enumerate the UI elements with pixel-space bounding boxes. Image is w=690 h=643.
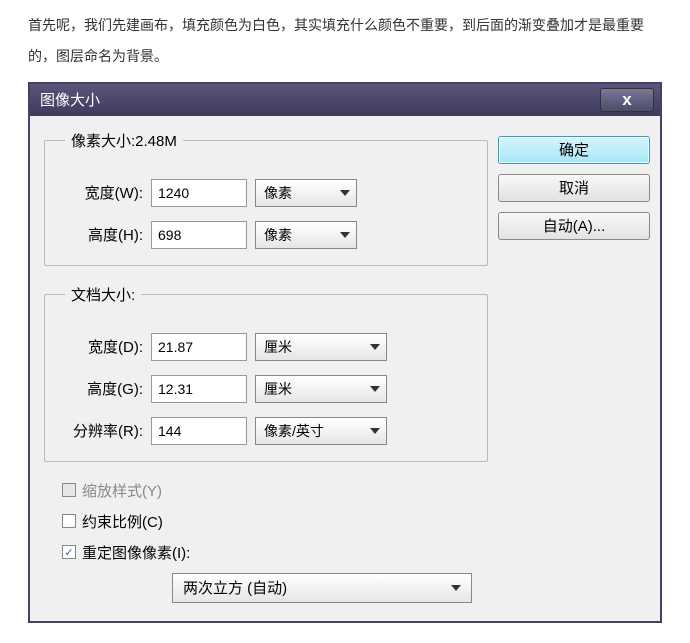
resample-label: 重定图像像素(I):	[82, 542, 190, 563]
resample-method-value: 两次立方 (自动)	[183, 577, 287, 598]
resolution-label: 分辨率(R):	[65, 420, 143, 441]
chevron-down-icon	[370, 344, 380, 350]
auto-button[interactable]: 自动(A)...	[498, 212, 650, 240]
chevron-down-icon	[370, 386, 380, 392]
resolution-unit-value: 像素/英寸	[264, 421, 324, 441]
pixel-width-unit-select[interactable]: 像素	[255, 179, 357, 207]
chevron-down-icon	[451, 585, 461, 591]
chevron-down-icon	[340, 190, 350, 196]
resolution-input[interactable]	[151, 417, 247, 445]
pixel-height-label: 高度(H):	[65, 224, 143, 245]
doc-height-label: 高度(G):	[65, 378, 143, 399]
pixel-height-unit-select[interactable]: 像素	[255, 221, 357, 249]
constrain-proportions-label: 约束比例(C)	[82, 511, 163, 532]
dialog-titlebar: 图像大小 x	[30, 84, 660, 116]
chevron-down-icon	[370, 428, 380, 434]
doc-height-unit-select[interactable]: 厘米	[255, 375, 387, 403]
constrain-proportions-checkbox[interactable]	[62, 514, 76, 528]
doc-width-label: 宽度(D):	[65, 336, 143, 357]
resample-checkbox[interactable]: ✓	[62, 545, 76, 559]
chevron-down-icon	[340, 232, 350, 238]
document-size-legend: 文档大小:	[65, 284, 141, 305]
image-size-dialog: 图像大小 x 像素大小:2.48M 宽度(W): 像素	[28, 82, 662, 623]
doc-height-input[interactable]	[151, 375, 247, 403]
pixel-width-label: 宽度(W):	[65, 182, 143, 203]
doc-width-unit-select[interactable]: 厘米	[255, 333, 387, 361]
doc-width-unit-value: 厘米	[264, 337, 292, 357]
dialog-title: 图像大小	[40, 89, 100, 110]
ok-button[interactable]: 确定	[498, 136, 650, 164]
pixel-dimensions-legend: 像素大小:2.48M	[65, 130, 183, 151]
constrain-proportions-row[interactable]: 约束比例(C)	[62, 511, 474, 532]
resample-row[interactable]: ✓ 重定图像像素(I):	[62, 542, 474, 563]
cancel-button[interactable]: 取消	[498, 174, 650, 202]
close-button[interactable]: x	[600, 88, 654, 112]
resolution-unit-select[interactable]: 像素/英寸	[255, 417, 387, 445]
scale-styles-label: 缩放样式(Y)	[82, 480, 162, 501]
scale-styles-row: 缩放样式(Y)	[62, 480, 474, 501]
pixel-width-input[interactable]	[151, 179, 247, 207]
pixel-height-unit-value: 像素	[264, 225, 292, 245]
resample-method-select[interactable]: 两次立方 (自动)	[172, 573, 472, 603]
doc-height-unit-value: 厘米	[264, 379, 292, 399]
document-size-group: 文档大小: 宽度(D): 厘米 高度(G): 厘米	[44, 284, 488, 462]
intro-text: 首先呢，我们先建画布，填充颜色为白色，其实填充什么颜色不重要，到后面的渐变叠加才…	[0, 0, 690, 82]
doc-width-input[interactable]	[151, 333, 247, 361]
pixel-width-unit-value: 像素	[264, 183, 292, 203]
scale-styles-checkbox	[62, 483, 76, 497]
pixel-dimensions-group: 像素大小:2.48M 宽度(W): 像素 高度(H): 像素	[44, 130, 488, 266]
pixel-height-input[interactable]	[151, 221, 247, 249]
